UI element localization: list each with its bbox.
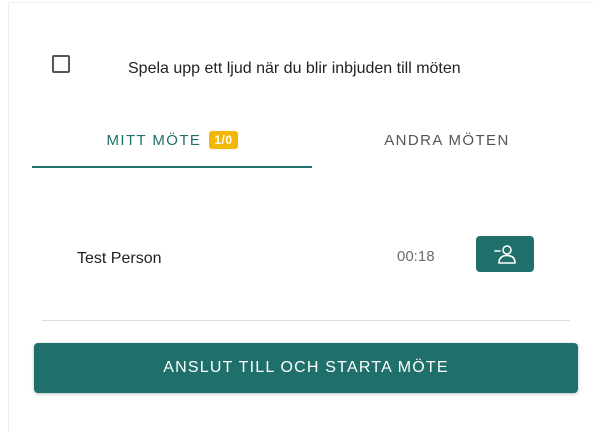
sound-setting-row <box>52 52 70 76</box>
tab-other-meetings[interactable]: ANDRA MÖTEN <box>312 112 582 168</box>
tab-my-meeting-label: MITT MÖTE <box>106 131 202 149</box>
meeting-tabs: MITT MÖTE 1/0 ANDRA MÖTEN <box>32 112 582 170</box>
sound-checkbox[interactable] <box>52 55 70 73</box>
active-tab-indicator <box>32 166 312 168</box>
participant-count-badge: 1/0 <box>209 131 238 149</box>
tab-my-meeting[interactable]: MITT MÖTE 1/0 <box>32 112 312 168</box>
sound-setting-label: Spela upp ett ljud när du blir inbjuden … <box>128 60 461 77</box>
person-minus-icon <box>494 245 516 264</box>
participant-name: Test Person <box>77 250 162 267</box>
remove-participant-button[interactable] <box>476 236 534 272</box>
participant-wait-time: 00:18 <box>397 248 435 265</box>
divider <box>42 320 570 321</box>
tab-other-meetings-label: ANDRA MÖTEN <box>384 131 510 149</box>
join-and-start-meeting-button[interactable]: ANSLUT TILL OCH STARTA MÖTE <box>34 343 578 393</box>
participant-row: Test Person 00:18 <box>42 232 570 282</box>
